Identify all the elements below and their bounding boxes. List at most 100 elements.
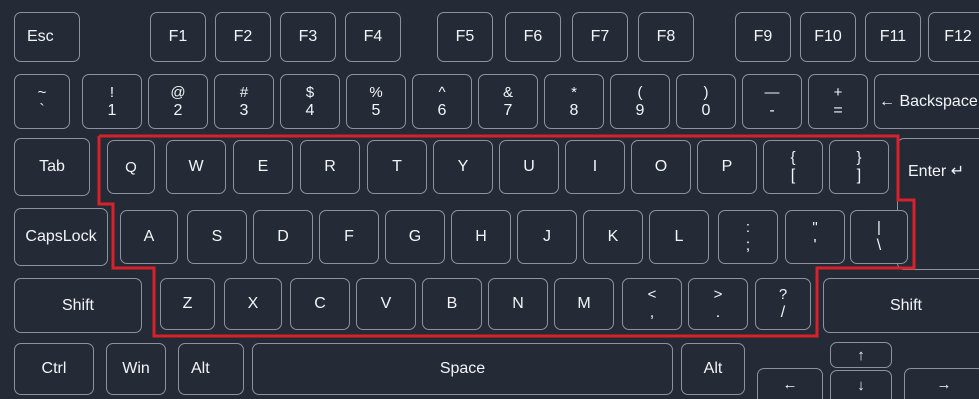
key-u[interactable]: U	[499, 140, 559, 194]
key-minus-top: —	[764, 83, 780, 101]
key-right-shift[interactable]: Shift	[823, 278, 979, 333]
key-j[interactable]: J	[517, 210, 577, 264]
key-f10[interactable]: F10	[800, 12, 856, 62]
key-left-shift[interactable]: Shift	[14, 278, 142, 333]
key-5-top: %	[369, 83, 383, 101]
key-f9[interactable]: F9	[735, 12, 791, 62]
key-down-arrow[interactable]: ↓	[830, 370, 892, 399]
key-f8[interactable]: F8	[638, 12, 694, 62]
key-tab[interactable]: Tab	[14, 138, 90, 196]
key-d[interactable]: D	[253, 210, 313, 264]
key-quote[interactable]: " '	[785, 210, 845, 264]
key-backslash-top: |	[877, 219, 881, 236]
key-b[interactable]: B	[422, 278, 482, 330]
key-q[interactable]: Q	[107, 140, 155, 194]
key-ctrl[interactable]: Ctrl	[14, 343, 94, 395]
key-backtick[interactable]: ~ `	[14, 74, 70, 129]
key-r[interactable]: R	[300, 140, 360, 194]
key-h[interactable]: H	[451, 210, 511, 264]
key-minus-bottom: -	[769, 101, 775, 119]
key-3-bottom: 3	[239, 101, 249, 119]
key-f6[interactable]: F6	[505, 12, 561, 62]
key-3-top: #	[239, 83, 249, 101]
key-equals-top: +	[833, 83, 843, 101]
key-v[interactable]: V	[356, 278, 416, 330]
key-6-top: ^	[438, 83, 446, 101]
key-5[interactable]: % 5	[346, 74, 406, 129]
key-capslock[interactable]: CapsLock	[14, 208, 108, 266]
key-backslash[interactable]: | \	[850, 210, 908, 264]
key-f[interactable]: F	[319, 210, 379, 264]
key-0[interactable]: ) 0	[676, 74, 736, 129]
key-i[interactable]: I	[565, 140, 625, 194]
key-win[interactable]: Win	[106, 343, 166, 395]
key-9[interactable]: (9	[610, 74, 670, 129]
key-f3[interactable]: F3	[280, 12, 336, 62]
key-right-bracket-bottom: ]	[856, 167, 862, 184]
key-8[interactable]: * 8	[544, 74, 604, 129]
key-right-arrow[interactable]: →	[904, 368, 979, 399]
key-4[interactable]: $4	[280, 74, 340, 129]
key-g[interactable]: G	[385, 210, 445, 264]
key-backspace[interactable]: ← Backspace	[874, 74, 979, 129]
key-f5[interactable]: F5	[437, 12, 493, 62]
key-period[interactable]: >.	[688, 278, 748, 330]
key-0-top: )	[703, 83, 709, 101]
key-left-alt[interactable]: Alt	[178, 343, 244, 395]
key-3[interactable]: #3	[214, 74, 274, 129]
key-minus[interactable]: — -	[742, 74, 802, 129]
key-c[interactable]: C	[290, 278, 350, 330]
key-a[interactable]: A	[120, 210, 178, 264]
key-x[interactable]: X	[224, 278, 282, 330]
key-left-arrow[interactable]: ←	[757, 368, 823, 399]
key-m[interactable]: M	[554, 278, 614, 330]
key-left-bracket-top: {	[790, 149, 796, 166]
key-o[interactable]: O	[631, 140, 691, 194]
key-t[interactable]: T	[367, 140, 427, 194]
key-e[interactable]: E	[233, 140, 293, 194]
key-up-arrow[interactable]: ↑	[830, 342, 892, 368]
key-6[interactable]: ^ 6	[412, 74, 472, 129]
key-2[interactable]: @2	[148, 74, 208, 129]
key-w[interactable]: W	[166, 140, 226, 194]
key-left-bracket-bottom: [	[790, 167, 796, 184]
key-9-top: (	[637, 83, 643, 101]
key-8-bottom: 8	[569, 101, 579, 119]
key-7[interactable]: & 7	[478, 74, 538, 129]
key-1-top: !	[109, 83, 115, 101]
key-slash[interactable]: ? /	[755, 278, 811, 330]
key-0-bottom: 0	[701, 101, 711, 119]
key-n[interactable]: N	[488, 278, 548, 330]
key-left-bracket[interactable]: {[	[763, 140, 823, 194]
key-f2[interactable]: F2	[215, 12, 271, 62]
key-right-bracket[interactable]: }]	[829, 140, 889, 194]
key-f4[interactable]: F4	[345, 12, 401, 62]
key-f11[interactable]: F11	[865, 12, 921, 62]
key-y[interactable]: Y	[433, 140, 493, 194]
key-esc[interactable]: Esc	[14, 12, 80, 62]
key-right-alt[interactable]: Alt	[681, 343, 745, 395]
key-quote-bottom: '	[813, 237, 817, 254]
key-semicolon[interactable]: :;	[718, 210, 778, 264]
key-1[interactable]: ! 1	[82, 74, 142, 129]
arrow-left-icon: ←	[782, 375, 798, 393]
key-f7[interactable]: F7	[572, 12, 628, 62]
key-slash-bottom: /	[780, 304, 786, 321]
key-l[interactable]: L	[649, 210, 709, 264]
key-equals[interactable]: + =	[808, 74, 868, 129]
key-comma-top: <	[647, 286, 657, 303]
key-k[interactable]: K	[583, 210, 643, 264]
key-z[interactable]: Z	[160, 278, 215, 330]
key-right-bracket-top: }	[856, 149, 862, 166]
key-semicolon-bottom: ;	[745, 237, 751, 254]
key-equals-bottom: =	[833, 101, 843, 119]
key-enter[interactable]: Enter ↵	[897, 138, 979, 270]
key-f12[interactable]: F12	[928, 12, 979, 62]
key-space[interactable]: Space	[252, 343, 673, 395]
key-comma[interactable]: <,	[622, 278, 682, 330]
key-s[interactable]: S	[187, 210, 247, 264]
key-4-top: $	[305, 83, 315, 101]
key-f1[interactable]: F1	[150, 12, 206, 62]
key-p[interactable]: P	[697, 140, 757, 194]
key-backslash-bottom: \	[876, 237, 882, 254]
